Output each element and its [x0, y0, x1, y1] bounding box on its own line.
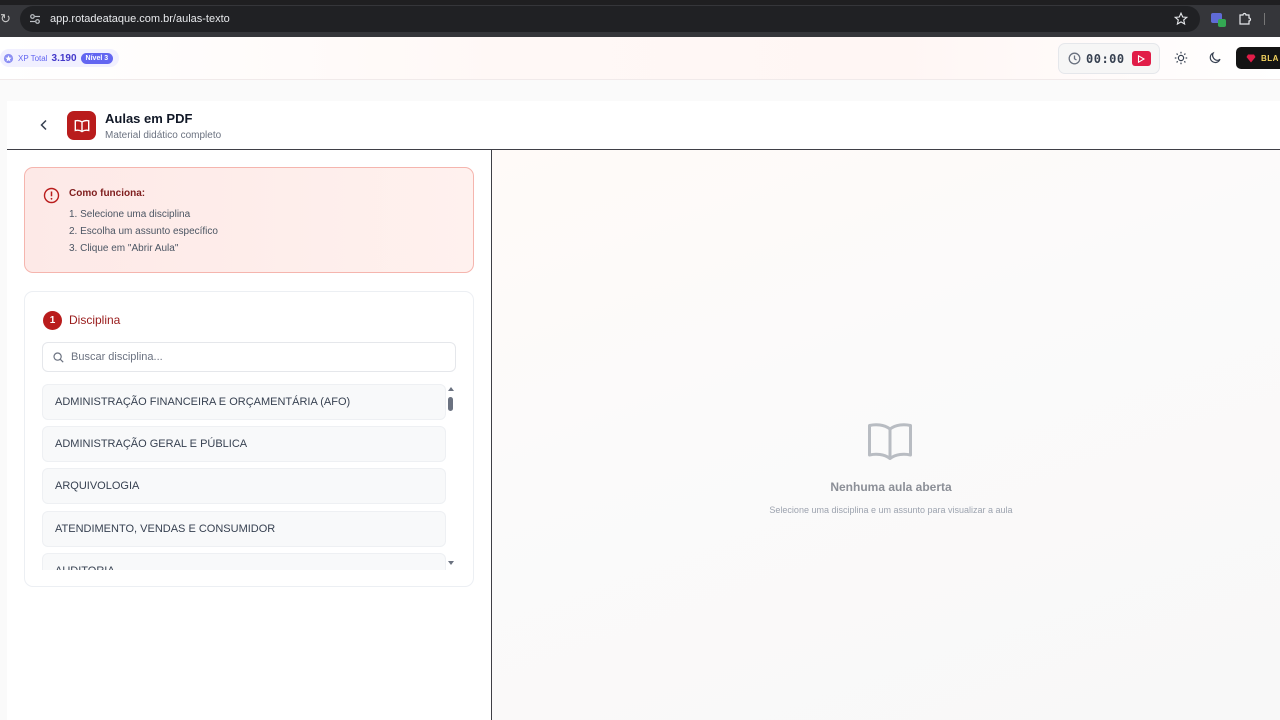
- page-header: Aulas em PDF Material didático completo: [7, 101, 1280, 150]
- empty-state-subtitle: Selecione uma disciplina e um assunto pa…: [769, 505, 1013, 515]
- level-badge: Nível 3: [80, 52, 114, 64]
- diamond-icon: [1246, 54, 1256, 62]
- how-it-works-title: Como funciona:: [69, 188, 146, 199]
- book-badge: [67, 111, 96, 140]
- browser-chrome: ↻ app.rotadeataque.com.br/aulas-texto: [0, 0, 1280, 37]
- how-it-works-step: 2. Escolha um assunto específico: [69, 226, 218, 237]
- list-item[interactable]: AUDITORIA: [42, 553, 446, 570]
- site-settings-icon[interactable]: [29, 13, 41, 25]
- alert-circle-icon: [43, 187, 60, 204]
- search-input[interactable]: [71, 348, 441, 366]
- light-mode-icon[interactable]: [1174, 51, 1188, 65]
- reload-icon[interactable]: ↻: [0, 12, 12, 26]
- xp-badge[interactable]: XP Total 3.190 Nível 3: [0, 49, 120, 67]
- scroll-down-arrow-icon[interactable]: [446, 559, 456, 567]
- xp-value: 3.190: [51, 52, 77, 64]
- list-item[interactable]: ADMINISTRAÇÃO FINANCEIRA E ORÇAMENTÁRIA …: [42, 384, 446, 420]
- how-it-works-step: 3. Clique em "Abrir Aula": [69, 243, 179, 254]
- disciplina-card: 1 Disciplina ADMINISTRAÇÃO FINANCEIRA E …: [24, 291, 474, 587]
- disciplina-search[interactable]: [42, 342, 456, 372]
- list-item[interactable]: ARQUIVOLOGIA: [42, 468, 446, 504]
- black-plan-button[interactable]: BLA: [1236, 47, 1280, 69]
- extensions-puzzle-icon[interactable]: [1237, 11, 1252, 26]
- page-subtitle: Material didático completo: [105, 130, 222, 141]
- bookmark-star-icon[interactable]: [1174, 12, 1188, 26]
- list-item[interactable]: ADMINISTRAÇÃO GERAL E PÚBLICA: [42, 426, 446, 462]
- toolbar-separator: [1264, 13, 1265, 25]
- page-title: Aulas em PDF: [105, 111, 193, 126]
- app-topbar: XP Total 3.190 Nível 3 00:00: [0, 37, 1280, 80]
- study-timer: 00:00: [1058, 43, 1160, 74]
- scrollbar-thumb[interactable]: [448, 397, 453, 411]
- list-item[interactable]: ATENDIMENTO, VENDAS E CONSUMIDOR: [42, 511, 446, 547]
- tab-strip: [0, 0, 1280, 5]
- disciplina-list[interactable]: ADMINISTRAÇÃO FINANCEIRA E ORÇAMENTÁRIA …: [42, 384, 446, 570]
- url-text[interactable]: app.rotadeataque.com.br/aulas-texto: [50, 12, 230, 26]
- back-arrow-icon[interactable]: [38, 118, 50, 132]
- empty-state-title: Nenhuma aula aberta: [830, 480, 952, 494]
- open-book-icon: [74, 119, 89, 132]
- step-number-badge: 1: [43, 311, 62, 330]
- timer-play-button[interactable]: [1131, 51, 1151, 66]
- play-icon: [1138, 54, 1146, 63]
- extension-icon[interactable]: [1210, 11, 1226, 27]
- timer-display: 00:00: [1086, 51, 1125, 66]
- search-icon: [53, 352, 64, 363]
- open-book-icon: [868, 423, 912, 460]
- xp-icon: [3, 53, 14, 63]
- address-bar[interactable]: app.rotadeataque.com.br/aulas-texto: [20, 6, 1200, 32]
- black-plan-label: BLA: [1261, 53, 1279, 63]
- disciplina-title: Disciplina: [69, 313, 121, 327]
- dark-mode-icon[interactable]: [1209, 51, 1222, 64]
- how-it-works-card: Como funciona: 1. Selecione uma discipli…: [24, 167, 474, 273]
- xp-label: XP Total: [18, 53, 48, 63]
- clock-icon: [1068, 52, 1081, 65]
- scroll-up-arrow-icon[interactable]: [446, 385, 456, 393]
- how-it-works-step: 1. Selecione uma disciplina: [69, 209, 191, 220]
